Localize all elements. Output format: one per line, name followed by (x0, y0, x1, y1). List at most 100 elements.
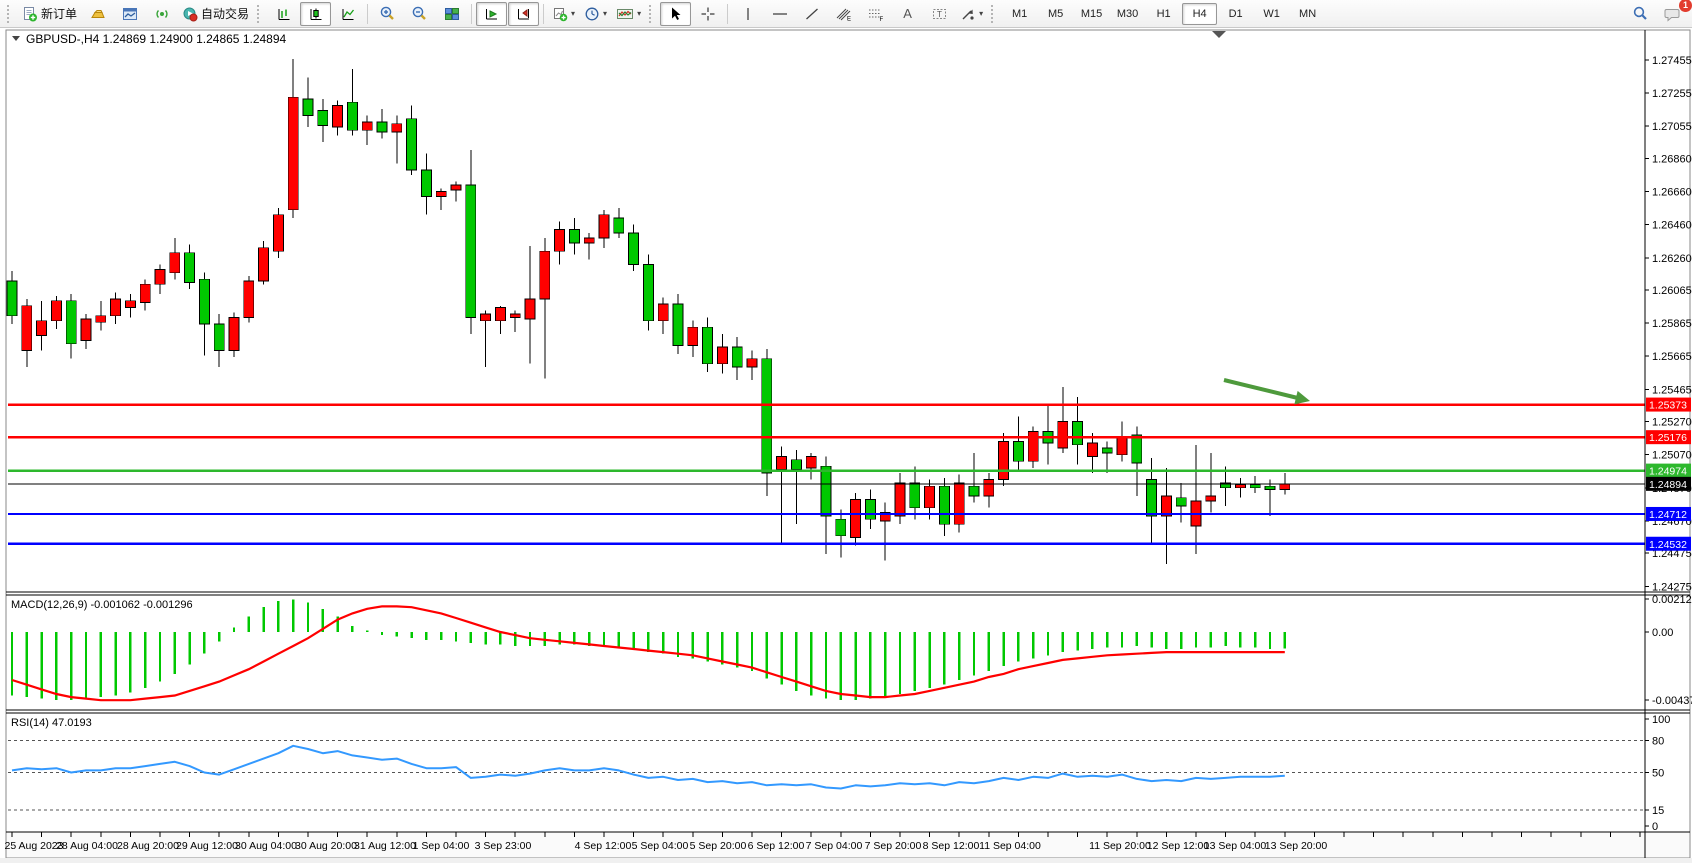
time-axis-label: 7 Sep 04:00 (806, 840, 863, 852)
time-axis-label: 5 Sep 20:00 (690, 840, 747, 852)
arrows-button[interactable]: ▾ (956, 2, 987, 26)
templates-button[interactable]: ▾ (612, 2, 645, 26)
bar-chart-button[interactable] (268, 2, 299, 26)
price-axis-label: 1.27455 (1652, 55, 1692, 67)
toolbar-separator (471, 4, 472, 24)
crosshair-icon (700, 6, 716, 22)
timeframe-m1-button[interactable]: M1 (1002, 3, 1037, 25)
timeframe-m30-button[interactable]: M30 (1110, 3, 1145, 25)
crosshair-button[interactable] (692, 2, 723, 26)
time-axis-label: 12 Sep 12:00 (1147, 840, 1210, 852)
horizontal-line-icon (771, 6, 789, 22)
cursor-button[interactable] (660, 2, 691, 26)
dropdown-caret-icon: ▾ (571, 10, 575, 18)
time-axis-label: 31 Aug 12:00 (354, 840, 416, 852)
toolbar-grip[interactable] (649, 5, 656, 23)
dropdown-caret-icon: ▾ (603, 10, 607, 18)
text-label-button[interactable]: T (924, 2, 955, 26)
equidistant-channel-button[interactable]: E (828, 2, 859, 26)
toolbar-grip[interactable] (257, 5, 264, 23)
macd-axis-label: 0.002123 (1652, 594, 1692, 606)
trendline-button[interactable] (796, 2, 827, 26)
auto-trading-button[interactable]: 自动交易 (178, 2, 253, 26)
search-icon (1632, 5, 1649, 22)
price-axis-label: 1.24275 (1652, 581, 1692, 593)
price-badge-label: 1.24974 (1649, 466, 1687, 478)
price-axis-label: 1.25070 (1652, 450, 1692, 462)
zoom-out-button[interactable] (404, 2, 435, 26)
tile-windows-button[interactable] (436, 2, 467, 26)
price-axis-label: 1.25665 (1652, 351, 1692, 363)
time-axis-label: 28 Aug 04:00 (56, 840, 118, 852)
signals-button[interactable] (146, 2, 177, 26)
timeframe-mn-button[interactable]: MN (1290, 3, 1325, 25)
timeframe-m15-button[interactable]: M15 (1074, 3, 1109, 25)
horizontal-line-button[interactable] (764, 2, 795, 26)
candlestick-chart-button[interactable] (300, 2, 331, 26)
timeframe-d1-button[interactable]: D1 (1218, 3, 1253, 25)
chart-canvas: 1.274551.272551.270551.268601.266601.264… (0, 28, 1692, 858)
line-chart-button[interactable] (332, 2, 363, 26)
rsi-label: RSI(14) 47.0193 (11, 717, 92, 729)
time-axis-label: 11 Sep 20:00 (1089, 840, 1151, 852)
price-axis-label: 1.25270 (1652, 417, 1692, 429)
time-axis-label: 5 Sep 04:00 (632, 840, 689, 852)
price-badge-label: 1.24532 (1649, 539, 1687, 551)
timeframe-w1-button[interactable]: W1 (1254, 3, 1289, 25)
chat-bubble-icon (1664, 6, 1681, 22)
bar-chart-icon (275, 6, 292, 22)
time-axis-label: 13 Sep 20:00 (1265, 840, 1328, 852)
auto-trading-label: 自动交易 (201, 5, 249, 22)
macd-axis-label: -0.004378 (1652, 695, 1692, 707)
candlestick-chart-icon (307, 6, 324, 22)
time-axis-label: 6 Sep 12:00 (748, 840, 805, 852)
time-axis-label: 30 Aug 04:00 (235, 840, 297, 852)
rsi-axis-label: 15 (1652, 805, 1664, 817)
chart-shift-icon (515, 6, 532, 22)
auto-scroll-button[interactable] (476, 2, 507, 26)
tile-windows-icon (444, 6, 460, 22)
time-axis-label: 7 Sep 20:00 (865, 840, 922, 852)
time-axis-label: 30 Aug 20:00 (295, 840, 357, 852)
new-chart-button[interactable]: ▾ (548, 2, 579, 26)
periods-button[interactable]: ▾ (580, 2, 611, 26)
new-chart-icon (552, 6, 568, 22)
price-axis-label: 1.26260 (1652, 253, 1692, 265)
notifications-button[interactable]: 1 (1657, 2, 1688, 26)
symbols-button[interactable] (82, 2, 113, 26)
chart-svg[interactable]: 1.274551.272551.270551.268601.266601.264… (0, 28, 1692, 858)
timeframe-h1-button[interactable]: H1 (1146, 3, 1181, 25)
zoom-in-button[interactable] (372, 2, 403, 26)
price-axis-label: 1.25865 (1652, 318, 1692, 330)
dropdown-caret-icon: ▾ (979, 10, 983, 18)
price-axis-label: 1.26660 (1652, 187, 1692, 199)
vertical-line-button[interactable] (732, 2, 763, 26)
arrows-icon (960, 6, 976, 22)
toolbar-grip[interactable] (991, 5, 998, 23)
macd-label: MACD(12,26,9) -0.001062 -0.001296 (11, 599, 193, 611)
gold-icon (90, 6, 106, 22)
rsi-axis-label: 100 (1652, 714, 1670, 726)
search-button[interactable] (1625, 2, 1656, 26)
toolbar-grip[interactable] (7, 5, 14, 23)
chart-ohlc-title: GBPUSD-,H4 1.24869 1.24900 1.24865 1.248… (26, 32, 287, 46)
new-order-button[interactable]: 新订单 (18, 2, 81, 26)
auto-scroll-icon (483, 6, 500, 22)
time-axis-label: 4 Sep 12:00 (575, 840, 632, 852)
timeframe-m5-button[interactable]: M5 (1038, 3, 1073, 25)
text-button[interactable]: A (892, 2, 923, 26)
signal-icon (154, 6, 170, 22)
price-axis-label: 1.26065 (1652, 285, 1692, 297)
chart-area[interactable]: 1.274551.272551.270551.268601.266601.264… (0, 28, 1692, 858)
fibonacci-button[interactable]: F (860, 2, 891, 26)
chart-window-button[interactable] (114, 2, 145, 26)
timeframe-h4-button[interactable]: H4 (1182, 3, 1217, 25)
notification-badge: 1 (1679, 0, 1692, 12)
time-axis-label: 1 Sep 04:00 (413, 840, 470, 852)
time-axis-label: 29 Aug 12:00 (176, 840, 238, 852)
price-axis-label: 1.27255 (1652, 88, 1692, 100)
time-axis-label: 8 Sep 12:00 (923, 840, 980, 852)
dropdown-caret-icon: ▾ (637, 10, 641, 18)
chart-shift-button[interactable] (508, 2, 539, 26)
svg-text:T: T (937, 10, 942, 19)
